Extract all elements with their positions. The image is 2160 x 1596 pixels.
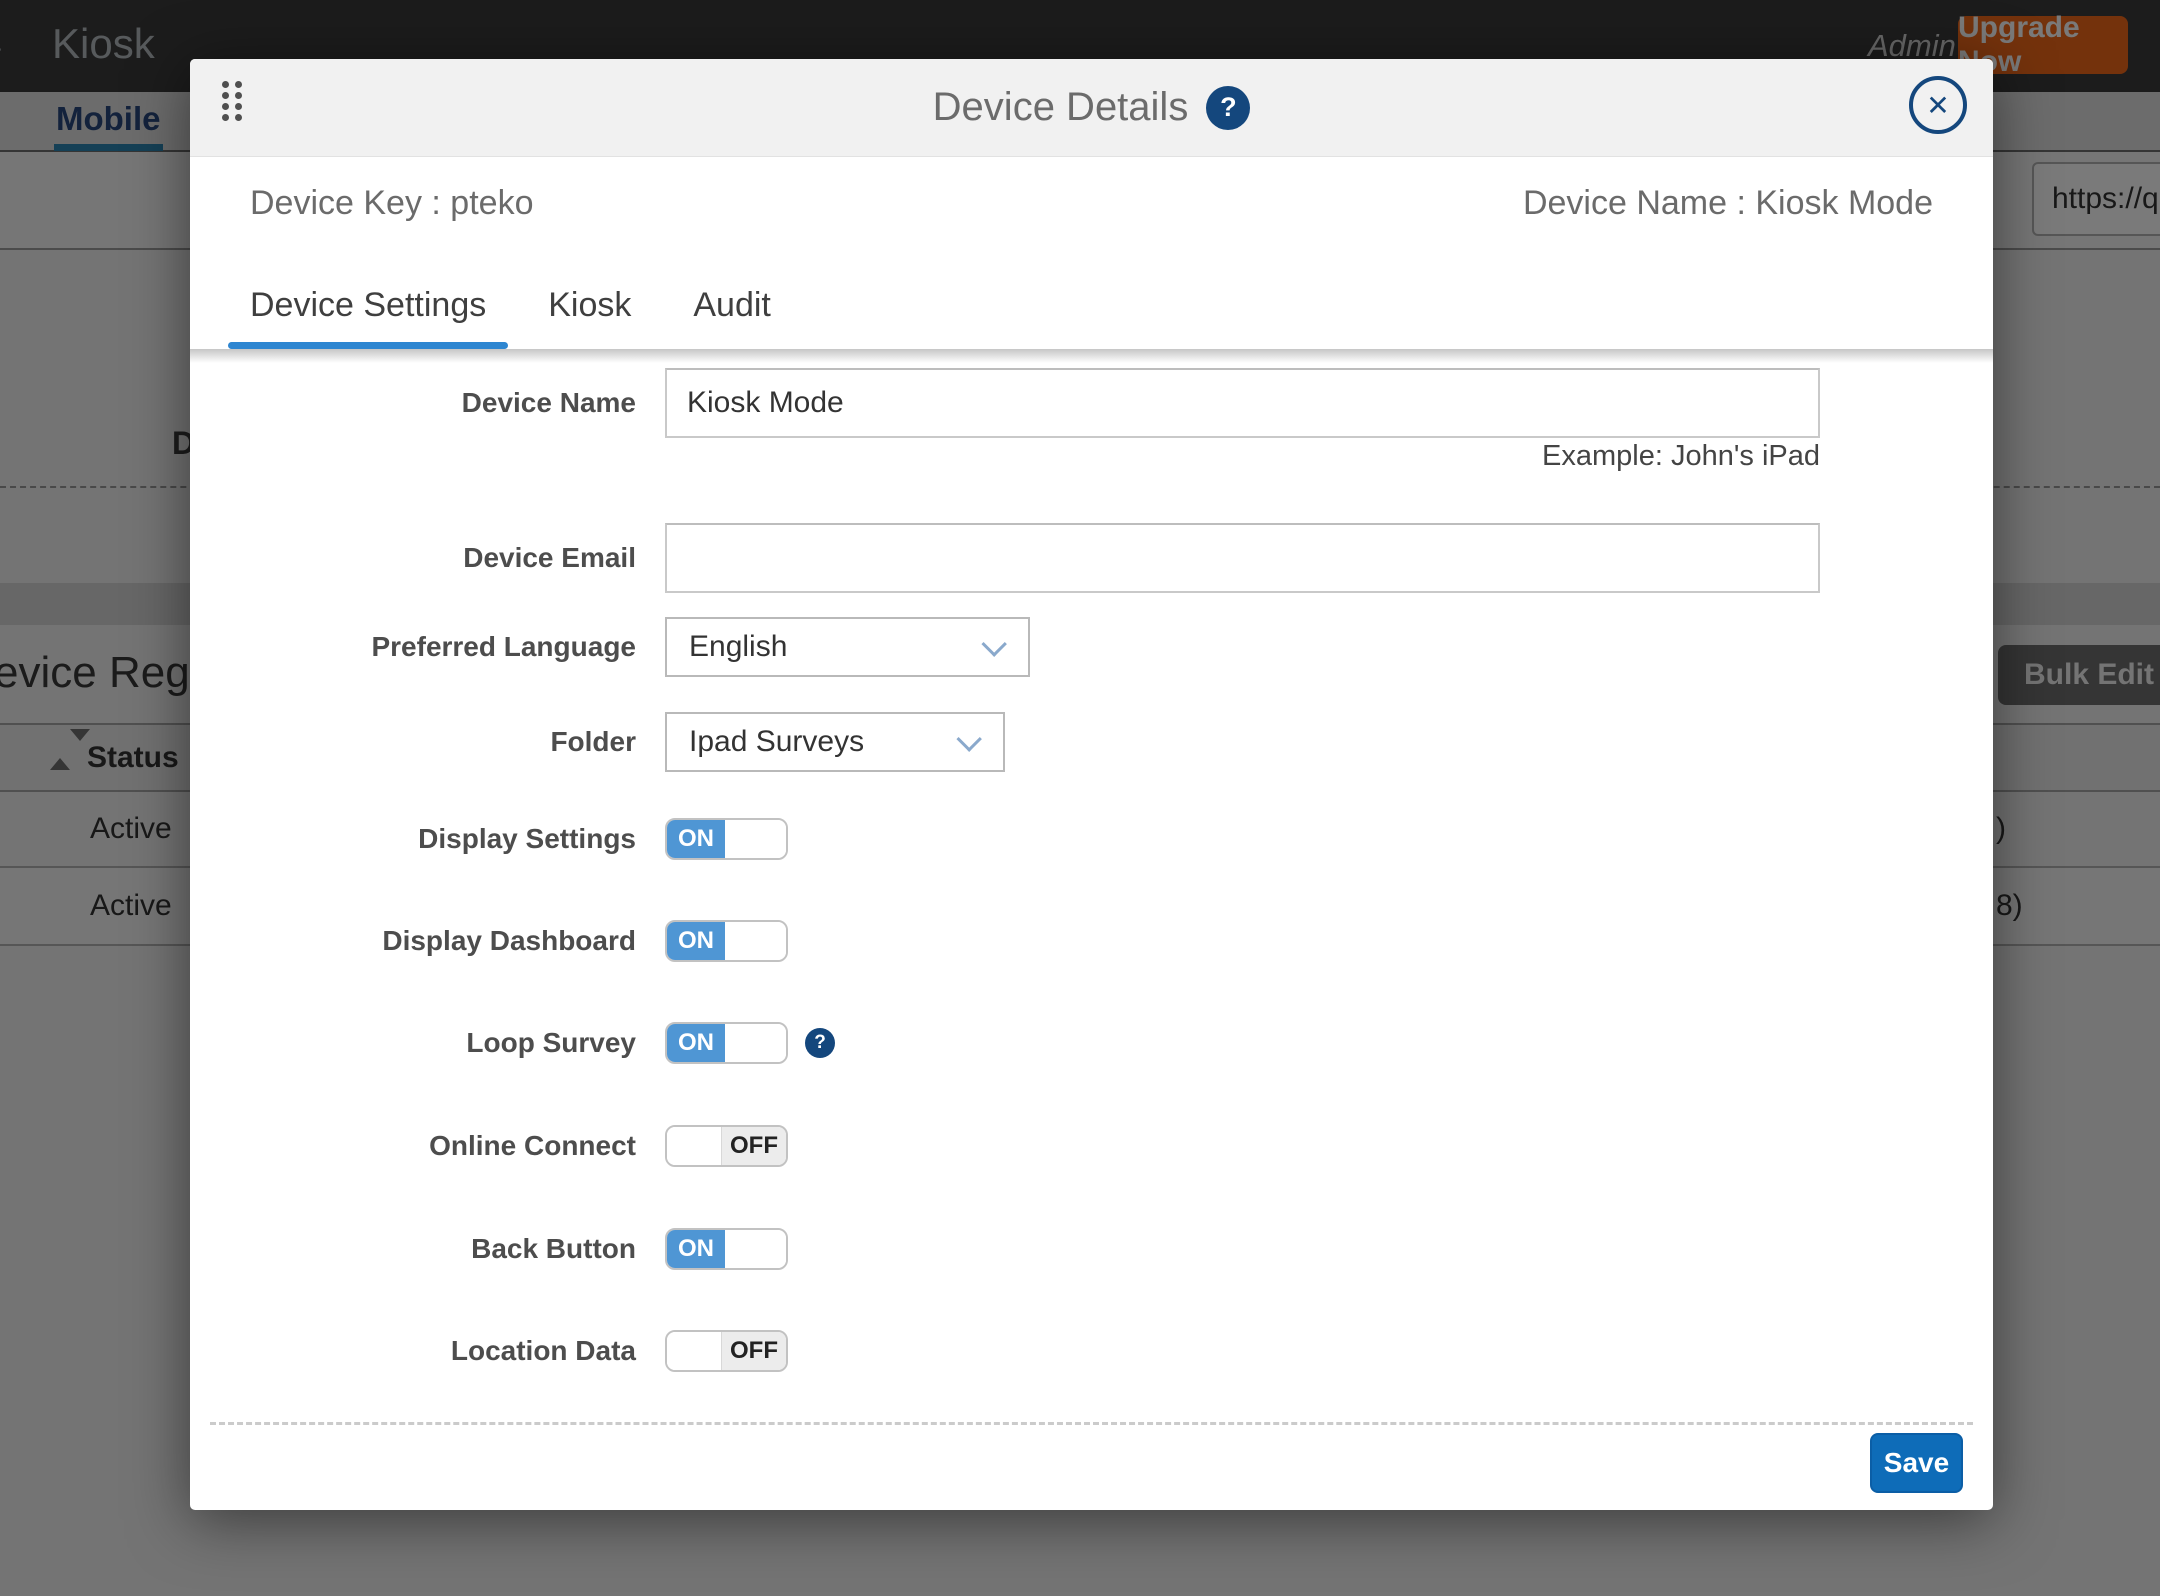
folder-label: Folder xyxy=(190,712,636,772)
device-name-text: Device Name : Kiosk Mode xyxy=(1523,184,1933,223)
toggle-state: OFF xyxy=(722,1127,786,1165)
folder-select[interactable]: Ipad Surveys xyxy=(665,712,1005,772)
preferred-language-value: English xyxy=(689,630,787,664)
screen: › Kiosk Admin Upgrade Now Mobile https:/… xyxy=(0,0,2160,1596)
tab-shadow xyxy=(190,349,1993,363)
toggle-state: ON xyxy=(667,922,725,960)
device-email-input[interactable] xyxy=(665,523,1820,593)
loop-survey-toggle[interactable]: ON xyxy=(665,1022,788,1064)
help-icon[interactable]: ? xyxy=(805,1028,835,1058)
preferred-language-label: Preferred Language xyxy=(190,617,636,677)
toggle-state: ON xyxy=(667,1024,725,1062)
device-details-modal: Device Details ? ✕ Device Key : pteko De… xyxy=(190,59,1993,1510)
device-name-row: Device Name xyxy=(190,368,1993,438)
preferred-language-row: Preferred Language English xyxy=(190,617,1993,677)
tab-device-settings[interactable]: Device Settings xyxy=(248,286,488,349)
location-data-label: Location Data xyxy=(190,1330,636,1372)
display-dashboard-row: Display Dashboard ON xyxy=(190,920,1993,962)
display-dashboard-toggle[interactable]: ON xyxy=(665,920,788,962)
toggle-state: OFF xyxy=(722,1332,786,1370)
device-email-label: Device Email xyxy=(190,523,636,593)
tab-audit[interactable]: Audit xyxy=(691,286,773,349)
loop-survey-row: Loop Survey ON ? xyxy=(190,1022,1993,1064)
display-settings-label: Display Settings xyxy=(190,818,636,860)
folder-row: Folder Ipad Surveys xyxy=(190,712,1993,772)
display-dashboard-label: Display Dashboard xyxy=(190,920,636,962)
location-data-row: Location Data OFF xyxy=(190,1330,1993,1372)
loop-survey-label: Loop Survey xyxy=(190,1022,636,1064)
chevron-down-icon xyxy=(956,726,981,751)
folder-value: Ipad Surveys xyxy=(689,725,864,759)
device-key-text: Device Key : pteko xyxy=(250,184,533,223)
online-connect-row: Online Connect OFF xyxy=(190,1125,1993,1167)
back-button-toggle[interactable]: ON xyxy=(665,1228,788,1270)
chevron-down-icon xyxy=(981,631,1006,656)
modal-tabs: Device Settings Kiosk Audit xyxy=(248,249,773,349)
display-settings-row: Display Settings ON xyxy=(190,818,1993,860)
location-data-toggle[interactable]: OFF xyxy=(665,1330,788,1372)
save-button[interactable]: Save xyxy=(1870,1433,1963,1493)
device-email-row: Device Email xyxy=(190,523,1993,593)
back-button-row: Back Button ON xyxy=(190,1228,1993,1270)
online-connect-label: Online Connect xyxy=(190,1125,636,1167)
toggle-state: ON xyxy=(667,1230,725,1268)
preferred-language-select[interactable]: English xyxy=(665,617,1030,677)
help-icon[interactable]: ? xyxy=(1206,86,1250,130)
modal-header: Device Details ? ✕ xyxy=(190,59,1993,157)
toggle-state: ON xyxy=(667,820,725,858)
close-icon[interactable]: ✕ xyxy=(1909,76,1967,134)
tab-kiosk[interactable]: Kiosk xyxy=(546,286,633,349)
modal-title: Device Details xyxy=(933,85,1189,130)
device-name-label: Device Name xyxy=(190,368,636,438)
back-button-label: Back Button xyxy=(190,1228,636,1270)
footer-divider xyxy=(210,1422,1973,1425)
device-key-row: Device Key : pteko Device Name : Kiosk M… xyxy=(190,157,1993,249)
online-connect-toggle[interactable]: OFF xyxy=(665,1125,788,1167)
display-settings-toggle[interactable]: ON xyxy=(665,818,788,860)
device-name-hint: Example: John's iPad xyxy=(665,440,1820,473)
device-name-input[interactable] xyxy=(665,368,1820,438)
